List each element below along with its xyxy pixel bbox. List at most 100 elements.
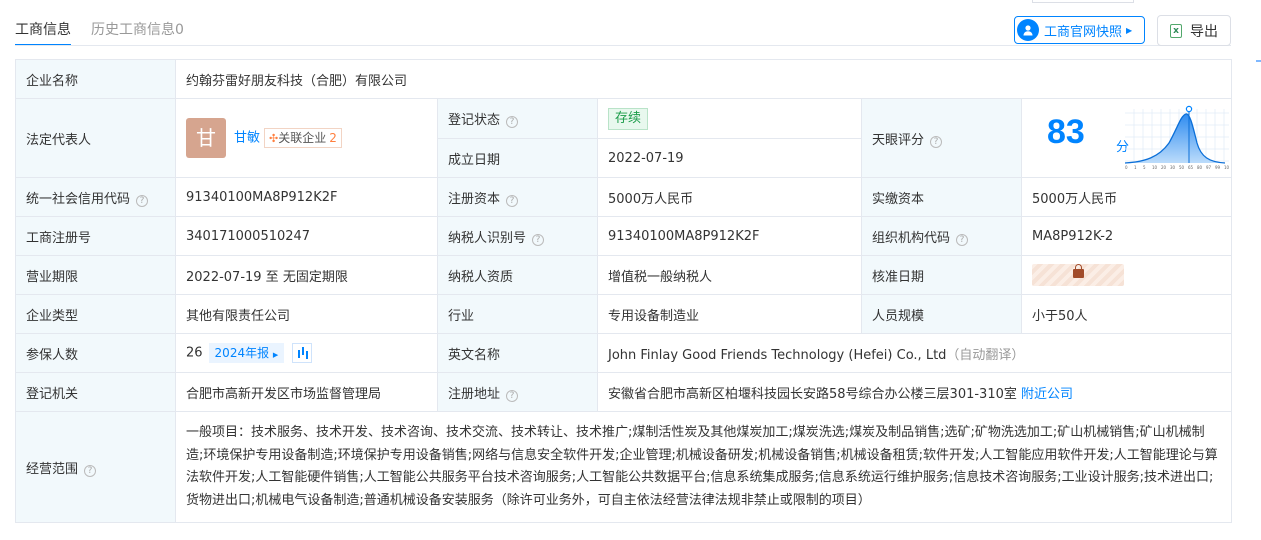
biz-scope-label: 经营范围 bbox=[26, 461, 79, 477]
related-companies-tag[interactable]: ✣关联企业 2 bbox=[264, 128, 342, 148]
score-axis-tick-label: 0 bbox=[1125, 165, 1128, 170]
score-axis-tick-label: 80 bbox=[1197, 165, 1203, 170]
credit-code-label-cell: 统一社会信用代码? bbox=[15, 177, 176, 217]
export-button[interactable]: x 导出 bbox=[1157, 15, 1231, 46]
tab-business-info[interactable]: 工商信息 bbox=[15, 14, 71, 46]
help-icon[interactable]: ? bbox=[136, 194, 149, 207]
biz-term-label: 营业期限 bbox=[15, 255, 176, 295]
tab-bar: 工商信息 历史工商信息0 bbox=[15, 14, 184, 46]
reg-address-value: 安徽省合肥市高新区柏堰科技园长安路58号综合办公楼三层301-310室 bbox=[608, 386, 1017, 402]
table-row: 参保人数 26 2024年报 ▶ 英文名称 John Finlay Good Fr… bbox=[15, 333, 1233, 373]
auto-translate-note: （自动翻译） bbox=[946, 347, 1025, 363]
tianyan-score-cell[interactable]: 83 分 0 1 5 10 20 30 50 65 80 97 99 10 bbox=[1020, 98, 1233, 178]
help-icon[interactable]: ? bbox=[930, 135, 943, 148]
table-row: 登记机关 合肥市高新开发区市场监督管理局 注册地址? 安徽省合肥市高新区柏堰科技… bbox=[15, 372, 1233, 412]
score-axis-tick-label: 1 bbox=[1134, 165, 1137, 170]
score-axis-tick-label: 50 bbox=[1179, 165, 1185, 170]
reg-authority-label: 登记机关 bbox=[15, 372, 176, 412]
established-value: 2022-07-19 bbox=[597, 138, 862, 178]
english-name-value: John Finlay Good Friends Technology (Hef… bbox=[608, 347, 947, 363]
taxpayer-id-label: 纳税人识别号 bbox=[448, 230, 527, 246]
table-row: 企业类型 其他有限责任公司 行业 专用设备制造业 人员规模 小于50人 bbox=[15, 294, 1233, 334]
approval-date-label: 核准日期 bbox=[861, 255, 1022, 295]
help-icon[interactable]: ? bbox=[506, 389, 519, 402]
table-row: 企业名称 约翰芬雷好朋友科技（合肥）有限公司 bbox=[15, 59, 1233, 99]
nearby-companies-link[interactable]: 附近公司 bbox=[1021, 387, 1073, 402]
established-label: 成立日期 bbox=[437, 138, 598, 178]
reg-status-cell: 存续 bbox=[597, 98, 862, 139]
taxpayer-qual-value: 增值税一般纳税人 bbox=[597, 255, 862, 295]
tab-history-business-info[interactable]: 历史工商信息0 bbox=[91, 14, 184, 46]
insured-cell: 26 2024年报 ▶ bbox=[175, 333, 438, 373]
user-icon bbox=[1017, 19, 1039, 41]
reg-address-cell: 安徽省合肥市高新区柏堰科技园长安路58号综合办公楼三层301-310室 附近公司 bbox=[596, 372, 1233, 412]
top-stub bbox=[1032, 0, 1134, 3]
score-axis-tick-label: 5 bbox=[1143, 165, 1146, 170]
help-icon[interactable]: ? bbox=[506, 116, 519, 128]
table-row: 工商注册号 340171000510247 纳税人识别号? 91340100MA… bbox=[15, 216, 1233, 256]
company-name-value: 约翰芬雷好朋友科技（合肥）有限公司 bbox=[174, 59, 1233, 99]
reg-authority-value: 合肥市高新开发区市场监督管理局 bbox=[175, 372, 438, 412]
tab-divider bbox=[15, 45, 1231, 46]
score-distribution-chart: 0 1 5 1020305065809799100 bbox=[1125, 105, 1229, 170]
reg-status-label-cell: 登记状态? bbox=[437, 98, 598, 139]
score-axis-tick-label: 30 bbox=[1170, 165, 1176, 170]
help-icon[interactable]: ? bbox=[532, 233, 545, 246]
biz-scope-value: 一般项目：技术服务、技术开发、技术咨询、技术交流、技术转让、技术推广;煤制活性炭… bbox=[174, 411, 1233, 523]
taxpayer-id-value: 91340100MA8P912K2F bbox=[597, 216, 862, 256]
network-icon: ✣ bbox=[269, 132, 279, 145]
reg-status-label: 登记状态 bbox=[448, 113, 501, 128]
paid-capital-label: 实缴资本 bbox=[861, 177, 1022, 217]
reg-address-label-cell: 注册地址? bbox=[437, 372, 598, 412]
legal-rep-cell: 甘甘敏 ✣关联企业 2 bbox=[175, 98, 438, 178]
annual-report-tag[interactable]: 2024年报 ▶ bbox=[208, 343, 285, 363]
caret-right-icon: ▶ bbox=[1126, 25, 1133, 35]
insured-value: 26 bbox=[186, 345, 203, 361]
table-row: 营业期限 2022-07-19 至 无固定期限 纳税人资质 增值税一般纳税人 核… bbox=[15, 255, 1233, 295]
english-name-label: 英文名称 bbox=[437, 333, 598, 373]
credit-code-value: 91340100MA8P912K2F bbox=[175, 177, 438, 217]
score-axis-tick-label: 97 bbox=[1206, 165, 1212, 170]
lock-icon bbox=[1073, 264, 1084, 278]
excel-icon: x bbox=[1170, 23, 1182, 38]
legal-rep-name-link[interactable]: 甘敏 bbox=[234, 131, 260, 146]
caret-right-icon: ▶ bbox=[272, 351, 279, 359]
table-row: 统一社会信用代码? 91340100MA8P912K2F 注册资本? 5000万… bbox=[15, 177, 1233, 217]
english-name-cell: John Finlay Good Friends Technology (Hef… bbox=[596, 333, 1233, 373]
staff-size-label: 人员规模 bbox=[861, 294, 1022, 334]
locked-value[interactable] bbox=[1032, 264, 1124, 286]
paid-capital-value: 5000万人民币 bbox=[1020, 177, 1233, 217]
status-badge: 存续 bbox=[608, 107, 649, 130]
tianyan-score-label: 天眼评分 bbox=[872, 132, 925, 148]
help-icon[interactable]: ? bbox=[84, 464, 97, 477]
official-snapshot-button[interactable]: 工商官网快照 ▶ bbox=[1014, 16, 1145, 44]
company-name-label: 企业名称 bbox=[15, 59, 176, 99]
score-axis-tick-label: 20 bbox=[1161, 165, 1167, 170]
biz-reg-no-value: 340171000510247 bbox=[175, 216, 438, 256]
legal-rep-label: 法定代表人 bbox=[15, 98, 176, 178]
industry-label: 行业 bbox=[437, 294, 598, 334]
taxpayer-qual-label: 纳税人资质 bbox=[437, 255, 598, 295]
approval-date-cell bbox=[1020, 255, 1233, 295]
help-icon[interactable]: ? bbox=[506, 194, 519, 207]
export-label: 导出 bbox=[1190, 23, 1218, 40]
reg-capital-label-cell: 注册资本? bbox=[437, 177, 598, 217]
biz-scope-label-cell: 经营范围? bbox=[15, 411, 176, 523]
credit-code-label: 统一社会信用代码 bbox=[26, 191, 131, 207]
help-icon[interactable]: ? bbox=[956, 233, 969, 246]
score-axis-tick-label: 100 bbox=[1224, 165, 1229, 170]
industry-value: 专用设备制造业 bbox=[597, 294, 862, 334]
table-row: 经营范围? 一般项目：技术服务、技术开发、技术咨询、技术交流、技术转让、技术推广… bbox=[15, 411, 1233, 523]
score-value: 83 bbox=[1047, 113, 1085, 151]
company-type-value: 其他有限责任公司 bbox=[175, 294, 438, 334]
reg-address-label: 注册地址 bbox=[448, 386, 501, 402]
bar-chart-icon[interactable] bbox=[292, 343, 313, 363]
taxpayer-id-label-cell: 纳税人识别号? bbox=[437, 216, 598, 256]
related-companies-label: 关联企业 bbox=[278, 131, 327, 145]
score-axis-tick-label: 99 bbox=[1215, 165, 1221, 170]
org-code-value: MA8P912K-2 bbox=[1020, 216, 1233, 256]
reg-capital-value: 5000万人民币 bbox=[597, 177, 862, 217]
business-info-table: 企业名称 约翰芬雷好朋友科技（合肥）有限公司 法定代表人 甘甘敏 ✣关联企业 2 登… bbox=[15, 59, 1233, 523]
biz-term-value: 2022-07-19 至 无固定期限 bbox=[175, 255, 438, 295]
score-axis-tick-label: 65 bbox=[1188, 165, 1194, 170]
